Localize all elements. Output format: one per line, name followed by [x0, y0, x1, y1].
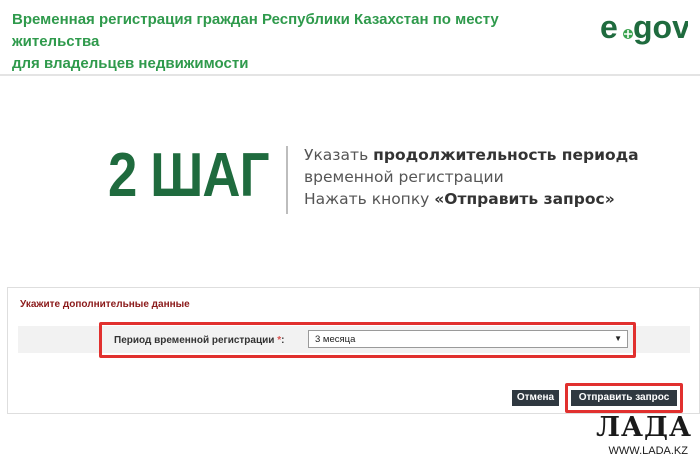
cancel-button[interactable]: Отмена	[512, 390, 559, 406]
registration-period-select[interactable]: 3 месяца ▼	[308, 330, 628, 348]
service-title-line2: для владельцев недвижимости	[12, 55, 249, 72]
service-title-line1: Временная регистрация граждан Республики…	[12, 11, 499, 50]
watermark-url: WWW.LADA.KZ	[608, 445, 688, 457]
additional-data-panel: Укажите дополнительные данные Период вре…	[7, 287, 700, 414]
step-instructions: Указать продолжительность периода времен…	[304, 144, 639, 210]
lada-watermark: ЛАДА WWW.LADA.KZ	[570, 412, 696, 462]
watermark-name: ЛАДА	[596, 412, 692, 443]
chevron-down-icon[interactable]: ▼	[614, 334, 622, 343]
section-title: Укажите дополнительные данные	[20, 299, 190, 310]
page-header: Временная регистрация граждан Республики…	[0, 0, 700, 74]
svg-text:e: e	[600, 9, 618, 45]
service-title: Временная регистрация граждан Республики…	[12, 9, 572, 75]
period-field-label: Период временной регистрации *:	[114, 335, 285, 346]
step-line-3: Нажать кнопку «Отправить запрос»	[304, 190, 615, 208]
selected-period: 3 месяца	[315, 334, 356, 345]
egov-logo[interactable]: e gov	[600, 6, 688, 50]
step-line-1: Указать продолжительность периода	[304, 146, 639, 164]
step-line-2: временной регистрации	[304, 168, 504, 186]
header-divider	[0, 74, 700, 76]
svg-text:gov: gov	[633, 9, 688, 45]
step-number: 2 ШАГ	[108, 141, 269, 210]
submit-request-button[interactable]: Отправить запрос	[571, 390, 677, 406]
step-divider	[286, 146, 288, 214]
